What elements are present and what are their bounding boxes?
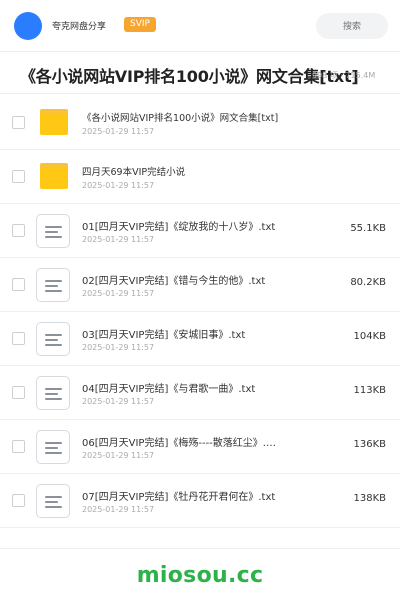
file-name[interactable]: 06[四月天VIP完结]《梅殇----散落红尘》.… [82,434,276,449]
text-file-icon [36,214,70,248]
row-checkbox[interactable] [12,224,25,237]
file-size: 138KB [353,493,386,504]
row-checkbox[interactable] [12,170,25,183]
row-checkbox[interactable] [12,116,25,129]
file-size: 104KB [353,331,386,342]
file-name[interactable]: 02[四月天VIP完结]《错与今生的他》.txt [82,272,265,287]
row-checkbox[interactable] [12,278,25,291]
folder-row[interactable]: 四月天69本VIP完结小说 2025-01-29 11:57 [0,150,400,204]
file-row[interactable]: 03[四月天VIP完结]《安城旧事》.txt 2025-01-29 11:57 10… [0,312,400,366]
file-date: 2025-01-29 11:57 [82,235,155,244]
file-date: 2025-01-29 11:57 [82,397,155,406]
file-date: 2025-01-29 11:57 [82,343,155,352]
file-size: 55.1KB [350,223,386,234]
text-file-icon [36,268,70,302]
text-file-icon [36,376,70,410]
folder-icon [40,163,68,189]
file-row[interactable]: 04[四月天VIP完结]《与君歌一曲》.txt 2025-01-29 11:57 1… [0,366,400,420]
top-bar: 夸克网盘分享 SVIP [0,0,400,52]
watermark: miosou.cc [136,563,264,588]
file-row[interactable]: 01[四月天VIP完结]《绽放我的十八岁》.txt 2025-01-29 11:5… [0,204,400,258]
username-label: 夸克网盘分享 [52,22,107,32]
row-checkbox[interactable] [12,494,25,507]
file-date: 2025-01-29 11:57 [82,181,155,190]
file-row[interactable]: 02[四月天VIP完结]《错与今生的他》.txt 2025-01-29 11:57… [0,258,400,312]
share-title: 《各小说网站VIP排名100小说》网文合集[txt] [20,67,359,86]
share-meta: 998 项 · 715.4M [312,71,376,80]
file-row[interactable]: 06[四月天VIP完结]《梅殇----散落红尘》.… 2025-01-29 11:… [0,420,400,474]
file-list: 《各小说网站VIP排名100小说》网文合集[txt] 2025-01-29 11:… [0,96,400,528]
text-file-icon [36,484,70,518]
divider [0,93,400,94]
file-size: 80.2KB [350,277,386,288]
file-date: 2025-01-29 11:57 [82,127,155,136]
file-name[interactable]: 04[四月天VIP完结]《与君歌一曲》.txt [82,380,255,395]
text-file-icon [36,430,70,464]
file-date: 2025-01-29 11:57 [82,289,155,298]
row-checkbox[interactable] [12,332,25,345]
row-checkbox[interactable] [12,440,25,453]
file-name[interactable]: 03[四月天VIP完结]《安城旧事》.txt [82,326,245,341]
file-size: 136KB [353,439,386,450]
svip-badge: SVIP [124,17,156,32]
folder-icon [40,109,68,135]
file-row[interactable]: 07[四月天VIP完结]《牡丹花开君何在》.txt 2025-01-29 11:5… [0,474,400,528]
file-name[interactable]: 07[四月天VIP完结]《牡丹花开君何在》.txt [82,488,275,503]
file-date: 2025-01-29 11:57 [82,505,155,514]
file-date: 2025-01-29 11:57 [82,451,155,460]
row-checkbox[interactable] [12,386,25,399]
file-size: 113KB [353,385,386,396]
file-name[interactable]: 01[四月天VIP完结]《绽放我的十八岁》.txt [82,218,275,233]
file-name[interactable]: 《各小说网站VIP排名100小说》网文合集[txt] [82,110,278,124]
text-file-icon [36,322,70,356]
search-input[interactable] [316,13,388,39]
file-name[interactable]: 四月天69本VIP完结小说 [82,164,185,178]
avatar[interactable] [14,12,42,40]
folder-row[interactable]: 《各小说网站VIP排名100小说》网文合集[txt] 2025-01-29 11:… [0,96,400,150]
